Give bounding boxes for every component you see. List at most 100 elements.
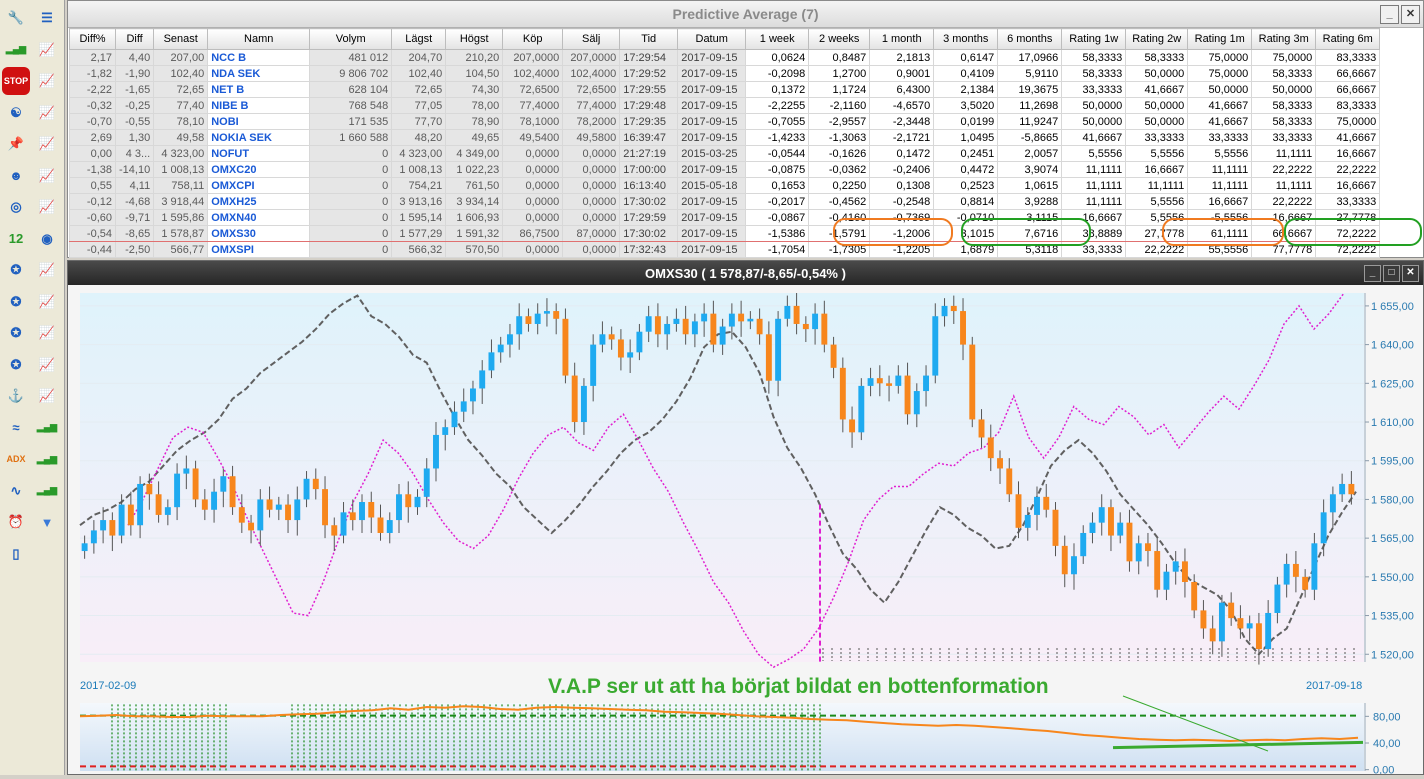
- table-cell: 3,9288: [997, 193, 1063, 210]
- table-cell: 50,0000: [1061, 113, 1127, 130]
- wrench-icon[interactable]: 🔧: [2, 4, 30, 32]
- compass-r-icon[interactable]: ✪: [2, 288, 30, 316]
- avatar-icon[interactable]: ☻: [2, 162, 30, 190]
- document-list-icon[interactable]: ☰: [33, 4, 61, 32]
- bars-green-icon[interactable]: ▂▄▆: [33, 477, 61, 505]
- chart-m-icon[interactable]: 📈: [33, 256, 61, 284]
- column-header[interactable]: Namn: [207, 28, 311, 50]
- pin-icon[interactable]: 📌: [2, 130, 30, 158]
- blank-document-icon[interactable]: ▯: [2, 540, 30, 568]
- column-header[interactable]: Diff%: [69, 28, 116, 50]
- table-cell: 9 806 702: [309, 65, 393, 82]
- column-header[interactable]: Datum: [677, 28, 747, 50]
- bars-icon[interactable]: ▂▄▆: [33, 414, 61, 442]
- column-header[interactable]: 1 week: [745, 28, 810, 50]
- table-row[interactable]: 2,69 1,30 49,58 NOKIA SEK 1 660 588 48,20 49,6…: [69, 129, 1381, 146]
- date-end-label: 2017-09-18: [1306, 680, 1362, 692]
- table-cell: 33,3333: [1125, 129, 1189, 146]
- column-header[interactable]: Rating 6m: [1315, 28, 1381, 50]
- column-header[interactable]: Rating 1w: [1061, 28, 1127, 50]
- table-cell: 33,3333: [1315, 193, 1381, 210]
- table-row[interactable]: 0,00 4 3... 4 323,00 NOFUT 0 4 323,00 4 349,00…: [69, 145, 1381, 162]
- chart-s-icon[interactable]: 📈: [33, 351, 61, 379]
- table-cell: 5,5556: [1061, 145, 1127, 162]
- close-button[interactable]: ✕: [1401, 5, 1420, 24]
- table-cell: 207,0000: [562, 49, 621, 66]
- chart-close-button[interactable]: ✕: [1402, 265, 1419, 282]
- indicator-axis-tick: 40,00: [1373, 738, 1401, 750]
- column-header[interactable]: Volym: [309, 28, 393, 50]
- table-row[interactable]: -0,54 -8,65 1 578,87 OMXS30 0 1 577,29 1 591,3…: [69, 225, 1381, 242]
- column-header[interactable]: Rating 3m: [1251, 28, 1317, 50]
- table-cell: 17:29:52: [619, 65, 679, 82]
- chart-1-icon[interactable]: 📈: [33, 99, 61, 127]
- table-row[interactable]: 2,17 4,40 207,00 NCC B 481 012 204,70 210,20 20…: [69, 49, 1381, 66]
- table-row[interactable]: -1,82 -1,90 102,40 NDA SEK 9 806 702 102,40 10…: [69, 65, 1381, 82]
- price-chart[interactable]: 1 655,00 1 640,00 1 625,00 1 610,00 1 595,00…: [68, 285, 1423, 777]
- column-header[interactable]: 6 months: [997, 28, 1063, 50]
- table-cell: 104,50: [445, 65, 504, 82]
- table-cell: 11,2698: [997, 97, 1063, 114]
- swirl-icon[interactable]: ◎: [2, 193, 30, 221]
- table-row[interactable]: -0,12 -4,68 3 918,44 OMXH25 0 3 913,16 3 934,1…: [69, 193, 1381, 210]
- column-header[interactable]: Diff: [114, 28, 155, 50]
- table-cell: 5,5556: [1125, 145, 1189, 162]
- column-header[interactable]: Högst: [445, 28, 504, 50]
- yin-yang-icon[interactable]: ☯: [2, 99, 30, 127]
- table-row[interactable]: -0,32 -0,25 77,40 NIBE B 768 548 77,05 78,00 77…: [69, 97, 1381, 114]
- adx-icon[interactable]: ADX: [2, 445, 30, 473]
- table-cell: 0,0000: [502, 161, 564, 178]
- table-cell: 0,1653: [745, 177, 810, 194]
- chart-title: OMXS30 ( 1 578,87/-8,65/-0,54% ): [645, 265, 846, 281]
- column-header[interactable]: Rating 1m: [1187, 28, 1253, 50]
- world-icon[interactable]: ◉: [33, 225, 61, 253]
- bars-alt-icon[interactable]: ▂▄▆: [33, 445, 61, 473]
- bar-chart-icon[interactable]: ▂▄▆: [2, 36, 30, 64]
- column-header[interactable]: 3 months: [933, 28, 999, 50]
- filter-icon[interactable]: ▼: [33, 508, 61, 536]
- column-header[interactable]: Rating 2w: [1125, 28, 1189, 50]
- compass-icon[interactable]: ✪: [2, 256, 30, 284]
- table-cell: -0,55: [114, 113, 155, 130]
- table-row[interactable]: -0,70 -0,55 78,10 NOBI 171 535 77,70 78,90 78,1…: [69, 113, 1381, 130]
- column-header[interactable]: Sälj: [562, 28, 621, 50]
- chart-b-icon[interactable]: 📈: [33, 162, 61, 190]
- table-cell: 78,10: [153, 113, 209, 130]
- compass-s-icon[interactable]: ✪: [2, 351, 30, 379]
- stop-icon[interactable]: STOP: [2, 67, 30, 95]
- table-row[interactable]: -1,38 -14,10 1 008,13 OMXC20 0 1 008,13 1 022,…: [69, 161, 1381, 178]
- chart-v-icon[interactable]: 📈: [33, 67, 61, 95]
- column-header[interactable]: Lägst: [391, 28, 447, 50]
- table-cell: 58,3333: [1251, 113, 1317, 130]
- chart-f-icon[interactable]: 📈: [33, 193, 61, 221]
- table-cell: 49,5400: [502, 129, 564, 146]
- price-axis-tick: 1 535,00: [1371, 611, 1414, 623]
- table-row[interactable]: -0,60 -9,71 1 595,86 OMXN40 0 1 595,14 1 606,9…: [69, 209, 1381, 226]
- minimize-button[interactable]: _: [1380, 5, 1399, 24]
- table-cell: 17:29:35: [619, 113, 679, 130]
- column-header[interactable]: Senast: [153, 28, 209, 50]
- chart-q-icon[interactable]: 📈: [33, 319, 61, 347]
- waveform-icon[interactable]: ∿: [2, 477, 30, 505]
- table-row[interactable]: -0,44 -2,50 566,77 OMXSPI 0 566,32 570,50 0,000…: [69, 241, 1381, 258]
- chart-r-icon[interactable]: 📈: [33, 288, 61, 316]
- alarm-clock-icon[interactable]: ⏰: [2, 508, 30, 536]
- column-header[interactable]: 2 weeks: [808, 28, 871, 50]
- compass-w-icon[interactable]: ✪: [2, 319, 30, 347]
- table-cell: 86,7500: [502, 225, 564, 242]
- table-cell: -0,44: [69, 241, 116, 258]
- table-row[interactable]: 0,55 4,11 758,11 OMXCPI 0 754,21 761,50 0,0000 0…: [69, 177, 1381, 194]
- column-header[interactable]: 1 month: [869, 28, 935, 50]
- table-row[interactable]: -2,22 -1,65 72,65 NET B 628 104 72,65 74,30 72,…: [69, 81, 1381, 98]
- calendar-icon[interactable]: 12: [2, 225, 30, 253]
- chart-2-icon[interactable]: 📈: [33, 130, 61, 158]
- table-cell: OMXC20: [207, 161, 311, 178]
- chart-minimize-button[interactable]: _: [1364, 265, 1381, 282]
- column-header[interactable]: Köp: [502, 28, 564, 50]
- anchor-icon[interactable]: ⚓: [2, 382, 30, 410]
- chart-d-icon[interactable]: 📈: [33, 382, 61, 410]
- trend-lines-icon[interactable]: ≈: [2, 414, 30, 442]
- chart-maximize-button[interactable]: □: [1383, 265, 1400, 282]
- chart-icon[interactable]: 📈: [33, 36, 61, 64]
- column-header[interactable]: Tid: [619, 28, 679, 50]
